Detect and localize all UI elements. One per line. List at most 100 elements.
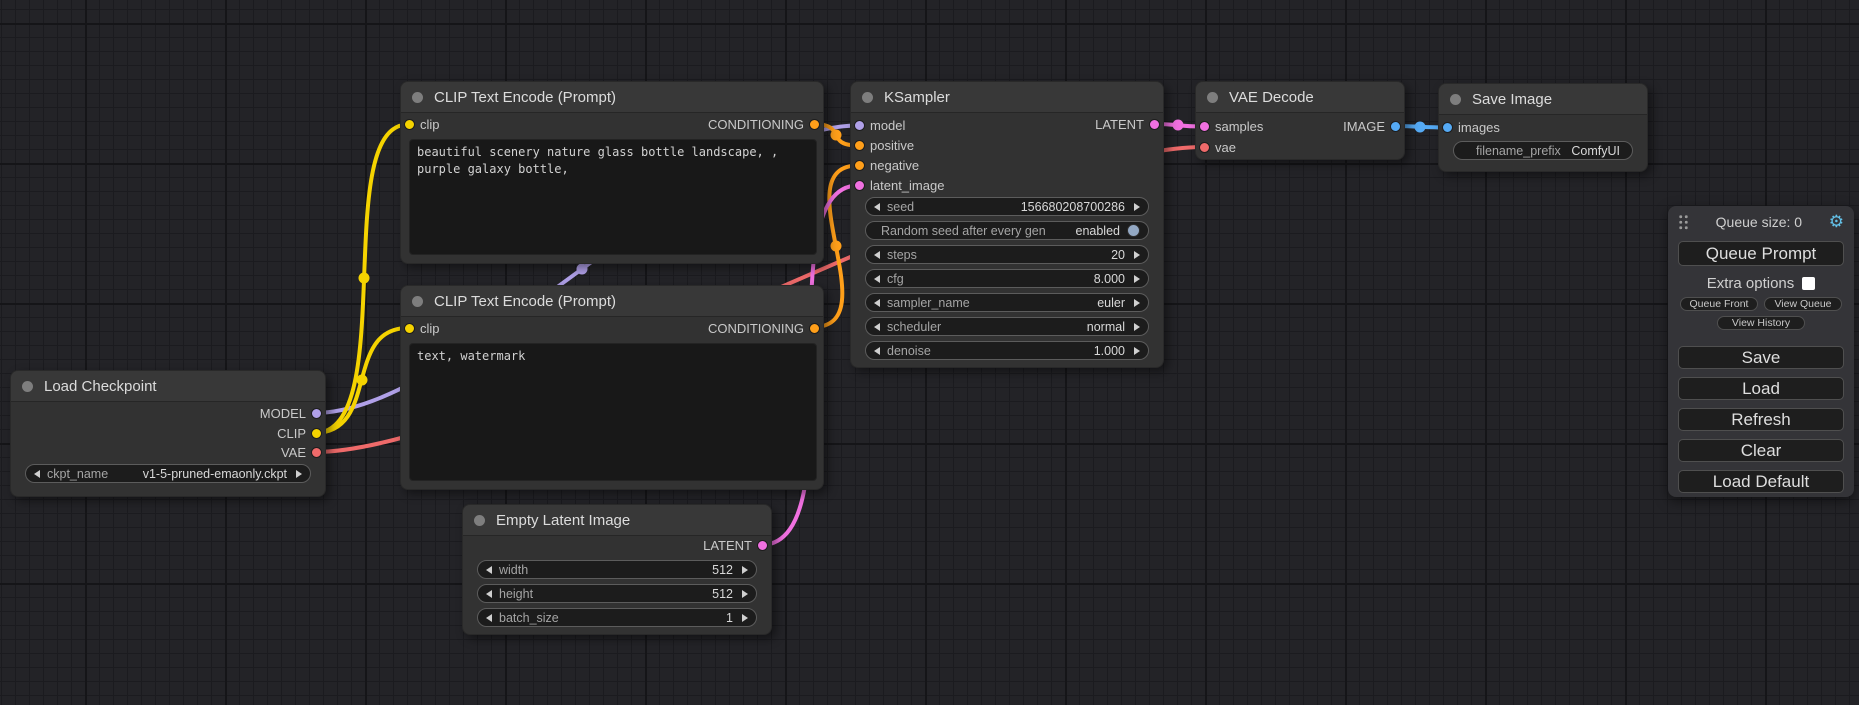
widget-left-arrow-icon[interactable] xyxy=(486,614,492,622)
input-slot-model: model xyxy=(851,116,905,136)
node-header[interactable]: VAE Decode xyxy=(1196,82,1404,113)
node-title: CLIP Text Encode (Prompt) xyxy=(434,89,616,106)
input-dot-samples[interactable] xyxy=(1199,121,1210,132)
node-vae-decode[interactable]: VAE Decode samples vae IMAGE xyxy=(1195,81,1405,160)
output-dot-image[interactable] xyxy=(1390,121,1401,132)
save-button[interactable]: Save xyxy=(1678,346,1844,369)
load-button[interactable]: Load xyxy=(1678,377,1844,400)
output-dot-vae[interactable] xyxy=(311,447,322,458)
widget-right-arrow-icon[interactable] xyxy=(1134,275,1140,283)
widget-random-seed-toggle[interactable]: Random seed after every gen enabled xyxy=(865,221,1149,240)
widget-right-arrow-icon[interactable] xyxy=(296,470,302,478)
negative-prompt-textarea[interactable]: text, watermark xyxy=(409,343,817,481)
node-graph-canvas[interactable]: Load Checkpoint MODEL CLIP VAE ckpt_name… xyxy=(0,0,1859,705)
widget-left-arrow-icon[interactable] xyxy=(874,251,880,259)
collapse-dot-icon[interactable] xyxy=(1450,94,1461,105)
node-header[interactable]: Load Checkpoint xyxy=(11,371,325,402)
widget-left-arrow-icon[interactable] xyxy=(874,323,880,331)
widget-sampler-name[interactable]: sampler_name euler xyxy=(865,293,1149,312)
wire-midpoint-dot xyxy=(359,273,370,284)
widget-left-arrow-icon[interactable] xyxy=(486,566,492,574)
widget-ckpt-name[interactable]: ckpt_name v1-5-pruned-emaonly.ckpt xyxy=(25,464,311,483)
widget-steps[interactable]: steps 20 xyxy=(865,245,1149,264)
collapse-dot-icon[interactable] xyxy=(1207,92,1218,103)
node-header[interactable]: CLIP Text Encode (Prompt) xyxy=(401,82,823,113)
wire-midpoint-dot xyxy=(577,264,588,275)
input-dot-latent-image[interactable] xyxy=(854,180,865,191)
widget-scheduler[interactable]: scheduler normal xyxy=(865,317,1149,336)
output-dot-latent[interactable] xyxy=(1149,119,1160,130)
input-slot-clip: clip xyxy=(401,115,440,135)
node-header[interactable]: Empty Latent Image xyxy=(463,505,771,536)
node-empty-latent-image[interactable]: Empty Latent Image LATENT width 512 heig… xyxy=(462,504,772,635)
input-dot-clip[interactable] xyxy=(404,323,415,334)
widget-left-arrow-icon[interactable] xyxy=(874,299,880,307)
positive-prompt-textarea[interactable]: beautiful scenery nature glass bottle la… xyxy=(409,139,817,255)
node-title: Empty Latent Image xyxy=(496,512,630,529)
widget-right-arrow-icon[interactable] xyxy=(1134,251,1140,259)
widget-filename-prefix[interactable]: filename_prefix ComfyUI xyxy=(1453,141,1633,160)
widget-right-arrow-icon[interactable] xyxy=(742,566,748,574)
widget-left-arrow-icon[interactable] xyxy=(874,275,880,283)
widget-left-arrow-icon[interactable] xyxy=(874,203,880,211)
widget-right-arrow-icon[interactable] xyxy=(1134,299,1140,307)
settings-gear-icon[interactable] xyxy=(1829,214,1844,230)
widget-right-arrow-icon[interactable] xyxy=(1134,323,1140,331)
extra-options-label: Extra options xyxy=(1707,275,1795,292)
node-load-checkpoint[interactable]: Load Checkpoint MODEL CLIP VAE ckpt_name… xyxy=(10,370,326,497)
node-clip-text-encode-positive[interactable]: CLIP Text Encode (Prompt) clip CONDITION… xyxy=(400,81,824,264)
node-header[interactable]: CLIP Text Encode (Prompt) xyxy=(401,286,823,317)
queue-front-button[interactable]: Queue Front xyxy=(1680,297,1758,311)
widget-right-arrow-icon[interactable] xyxy=(742,590,748,598)
widget-denoise[interactable]: denoise 1.000 xyxy=(865,341,1149,360)
widget-right-arrow-icon[interactable] xyxy=(742,614,748,622)
node-save-image[interactable]: Save Image images filename_prefix ComfyU… xyxy=(1438,83,1648,172)
node-title: Save Image xyxy=(1472,91,1552,108)
output-dot-clip[interactable] xyxy=(311,428,322,439)
widget-left-arrow-icon[interactable] xyxy=(486,590,492,598)
widget-seed[interactable]: seed 156680208700286 xyxy=(865,197,1149,216)
queue-prompt-button[interactable]: Queue Prompt xyxy=(1678,241,1844,266)
widget-left-arrow-icon[interactable] xyxy=(34,470,40,478)
wire-midpoint-dot xyxy=(831,130,842,141)
load-default-button[interactable]: Load Default xyxy=(1678,470,1844,493)
toggle-circle-icon[interactable] xyxy=(1127,224,1140,237)
drag-handle-icon[interactable] xyxy=(1678,214,1689,230)
widget-batch-size[interactable]: batch_size 1 xyxy=(477,608,757,627)
widget-left-arrow-icon[interactable] xyxy=(874,347,880,355)
output-dot-latent[interactable] xyxy=(757,540,768,551)
collapse-dot-icon[interactable] xyxy=(412,296,423,307)
output-dot-conditioning[interactable] xyxy=(809,323,820,334)
node-clip-text-encode-negative[interactable]: CLIP Text Encode (Prompt) clip CONDITION… xyxy=(400,285,824,490)
input-slot-clip: clip xyxy=(401,319,440,339)
collapse-dot-icon[interactable] xyxy=(862,92,873,103)
collapse-dot-icon[interactable] xyxy=(412,92,423,103)
node-header[interactable]: Save Image xyxy=(1439,84,1647,115)
widget-height[interactable]: height 512 xyxy=(477,584,757,603)
refresh-button[interactable]: Refresh xyxy=(1678,408,1844,431)
queue-small-buttons-row: Queue Front View Queue xyxy=(1680,297,1842,311)
output-dot-model[interactable] xyxy=(311,408,322,419)
node-header[interactable]: KSampler xyxy=(851,82,1163,113)
widget-width[interactable]: width 512 xyxy=(477,560,757,579)
input-dot-images[interactable] xyxy=(1442,122,1453,133)
extra-options-checkbox[interactable] xyxy=(1802,277,1815,290)
clear-button[interactable]: Clear xyxy=(1678,439,1844,462)
output-dot-conditioning[interactable] xyxy=(809,119,820,130)
view-history-button[interactable]: View History xyxy=(1717,316,1805,330)
input-dot-positive[interactable] xyxy=(854,140,865,151)
input-dot-model[interactable] xyxy=(854,120,865,131)
output-slot-image: IMAGE xyxy=(1343,117,1404,137)
node-ksampler[interactable]: KSampler model positive negative latent_… xyxy=(850,81,1164,368)
widget-cfg[interactable]: cfg 8.000 xyxy=(865,269,1149,288)
input-dot-negative[interactable] xyxy=(854,160,865,171)
collapse-dot-icon[interactable] xyxy=(474,515,485,526)
collapse-dot-icon[interactable] xyxy=(22,381,33,392)
view-queue-button[interactable]: View Queue xyxy=(1764,297,1842,311)
input-dot-vae[interactable] xyxy=(1199,142,1210,153)
input-dot-clip[interactable] xyxy=(404,119,415,130)
widget-right-arrow-icon[interactable] xyxy=(1134,347,1140,355)
wire-midpoint-dot xyxy=(1173,120,1184,131)
queue-size-label: Queue size: 0 xyxy=(1689,214,1829,230)
widget-right-arrow-icon[interactable] xyxy=(1134,203,1140,211)
